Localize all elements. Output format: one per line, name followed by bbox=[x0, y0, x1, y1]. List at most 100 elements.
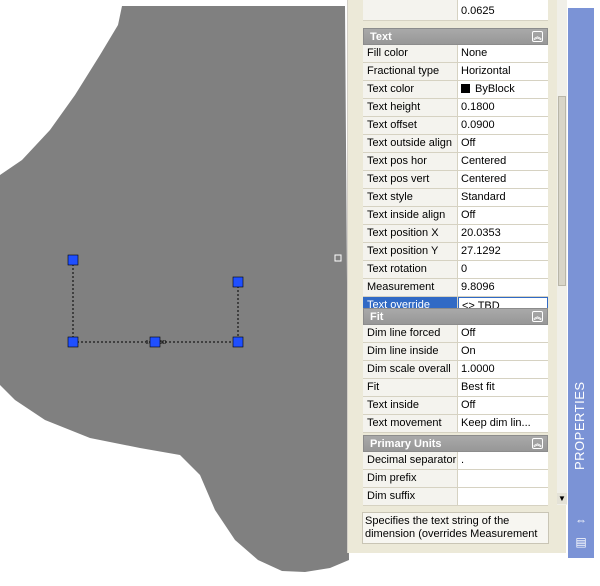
property-value[interactable]: 9.8096 bbox=[458, 279, 548, 296]
grip-bottom-mid bbox=[149, 336, 161, 348]
property-label: Text position Y bbox=[363, 243, 458, 260]
property-row[interactable]: Fractional type Horizontal bbox=[363, 63, 548, 81]
partial-top-row: 0.0625 bbox=[363, 0, 548, 21]
property-value[interactable]: On bbox=[458, 343, 548, 360]
grip-top-right bbox=[232, 276, 244, 288]
property-row[interactable]: Text pos vert Centered bbox=[363, 171, 548, 189]
palette-scrollbar[interactable] bbox=[557, 0, 567, 505]
section-title: Primary Units bbox=[370, 438, 442, 450]
property-row[interactable]: Dim scale overall 1.0000 bbox=[363, 361, 548, 379]
property-label: Measurement bbox=[363, 279, 458, 296]
property-label: Decimal separator bbox=[363, 452, 458, 469]
property-row[interactable]: Measurement 9.8096 bbox=[363, 279, 548, 297]
property-label: Dim prefix bbox=[363, 470, 458, 487]
grip-top-left bbox=[67, 254, 79, 266]
property-value[interactable]: 20.0353 bbox=[458, 225, 548, 242]
section-fit: Fit ︽ Dim line forced Off Dim line inside On D… bbox=[363, 308, 548, 433]
property-value[interactable]: None bbox=[458, 45, 548, 62]
property-label: Dim suffix bbox=[363, 488, 458, 505]
property-label: Text movement bbox=[363, 415, 458, 432]
property-label: Fill color bbox=[363, 45, 458, 62]
property-row[interactable]: Text inside align Off bbox=[363, 207, 548, 225]
property-value[interactable]: Off bbox=[458, 207, 548, 224]
property-row[interactable]: Text offset 0.0900 bbox=[363, 117, 548, 135]
property-value[interactable]: 0 bbox=[458, 261, 548, 278]
property-label: Fractional type bbox=[363, 63, 458, 80]
property-value[interactable]: Centered bbox=[458, 153, 548, 170]
grip-bottom-left bbox=[67, 336, 79, 348]
palette-title: PROPERTIES bbox=[572, 381, 587, 470]
scroll-thumb[interactable] bbox=[558, 96, 566, 286]
property-value[interactable]: ByBlock bbox=[458, 81, 548, 98]
property-row[interactable]: Text outside align Off bbox=[363, 135, 548, 153]
property-label: Text position X bbox=[363, 225, 458, 242]
section-text: Text ︽ Fill color None Fractional type Horizo… bbox=[363, 28, 548, 315]
section-header[interactable]: Fit ︽ bbox=[363, 308, 548, 325]
property-value[interactable] bbox=[458, 488, 548, 505]
property-value[interactable]: 0.1800 bbox=[458, 99, 548, 116]
property-row[interactable]: Text height 0.1800 bbox=[363, 99, 548, 117]
section-title: Text bbox=[370, 31, 392, 43]
property-label: Text pos hor bbox=[363, 153, 458, 170]
property-row[interactable]: Text rotation 0 bbox=[363, 261, 548, 279]
property-label: Text inside bbox=[363, 397, 458, 414]
property-label: Dim scale overall bbox=[363, 361, 458, 378]
property-label: Text color bbox=[363, 81, 458, 98]
property-value[interactable]: 0.0900 bbox=[458, 117, 548, 134]
palette-titlebar[interactable] bbox=[568, 8, 594, 558]
property-value[interactable]: 1.0000 bbox=[458, 361, 548, 378]
collapse-chevron-icon[interactable]: ︽ bbox=[532, 438, 543, 449]
property-value[interactable] bbox=[458, 470, 548, 487]
property-label: Dim line forced bbox=[363, 325, 458, 342]
property-value[interactable]: Keep dim lin... bbox=[458, 415, 548, 432]
palette-menu-icon[interactable]: ▤ bbox=[573, 535, 589, 549]
property-label: Text outside align bbox=[363, 135, 458, 152]
property-value[interactable]: Off bbox=[458, 325, 548, 342]
property-label: Text offset bbox=[363, 117, 458, 134]
property-value[interactable]: Horizontal bbox=[458, 63, 548, 80]
property-value[interactable]: . bbox=[458, 452, 548, 469]
property-value[interactable]: Best fit bbox=[458, 379, 548, 396]
property-label: Text rotation bbox=[363, 261, 458, 278]
partial-top-value: 0.0625 bbox=[458, 0, 548, 20]
property-row[interactable]: Text style Standard bbox=[363, 189, 548, 207]
collapse-chevron-icon[interactable]: ︽ bbox=[532, 311, 543, 322]
property-row[interactable]: Text movement Keep dim lin... bbox=[363, 415, 548, 433]
collapse-chevron-icon[interactable]: ︽ bbox=[532, 31, 543, 42]
color-swatch-icon bbox=[461, 84, 470, 93]
section-title: Fit bbox=[370, 311, 384, 323]
property-row[interactable]: Dim line inside On bbox=[363, 343, 548, 361]
section-primary-units: Primary Units ︽ Decimal separator. Dim pref… bbox=[363, 435, 548, 506]
property-value[interactable]: Off bbox=[458, 135, 548, 152]
property-value[interactable]: 27.1292 bbox=[458, 243, 548, 260]
property-row[interactable]: Dim line forced Off bbox=[363, 325, 548, 343]
property-row[interactable]: Decimal separator. bbox=[363, 452, 548, 470]
property-row[interactable]: Fill color None bbox=[363, 45, 548, 63]
property-label: Text style bbox=[363, 189, 458, 206]
scroll-down-arrow-icon[interactable]: ▼ bbox=[557, 493, 567, 504]
property-row[interactable]: Dim prefix bbox=[363, 470, 548, 488]
canvas-torn-region bbox=[0, 6, 349, 572]
property-value[interactable]: Off bbox=[458, 397, 548, 414]
property-row[interactable]: Text inside Off bbox=[363, 397, 548, 415]
properties-palette: 0.0625 Text ︽ Fill color None Fractional typ… bbox=[347, 0, 566, 553]
property-row[interactable]: Text pos hor Centered bbox=[363, 153, 548, 171]
section-header[interactable]: Text ︽ bbox=[363, 28, 548, 45]
property-row[interactable]: Fit Best fit bbox=[363, 379, 548, 397]
property-value[interactable]: Standard bbox=[458, 189, 548, 206]
auto-hide-icon[interactable]: ⇔ bbox=[573, 513, 589, 527]
property-label: Fit bbox=[363, 379, 458, 396]
property-value-text: ByBlock bbox=[475, 83, 515, 95]
property-label: Text inside align bbox=[363, 207, 458, 224]
section-header[interactable]: Primary Units ︽ bbox=[363, 435, 548, 452]
property-description: Specifies the text string of the dimensi… bbox=[362, 512, 549, 544]
property-row[interactable]: Text color ByBlock bbox=[363, 81, 548, 99]
property-row[interactable]: Text position X 20.0353 bbox=[363, 225, 548, 243]
grip-bottom-right bbox=[232, 336, 244, 348]
property-label: Text height bbox=[363, 99, 458, 116]
property-value[interactable]: Centered bbox=[458, 171, 548, 188]
property-label: Text pos vert bbox=[363, 171, 458, 188]
property-row[interactable]: Text position Y 27.1292 bbox=[363, 243, 548, 261]
property-row[interactable]: Dim suffix bbox=[363, 488, 548, 506]
property-label: Dim line inside bbox=[363, 343, 458, 360]
